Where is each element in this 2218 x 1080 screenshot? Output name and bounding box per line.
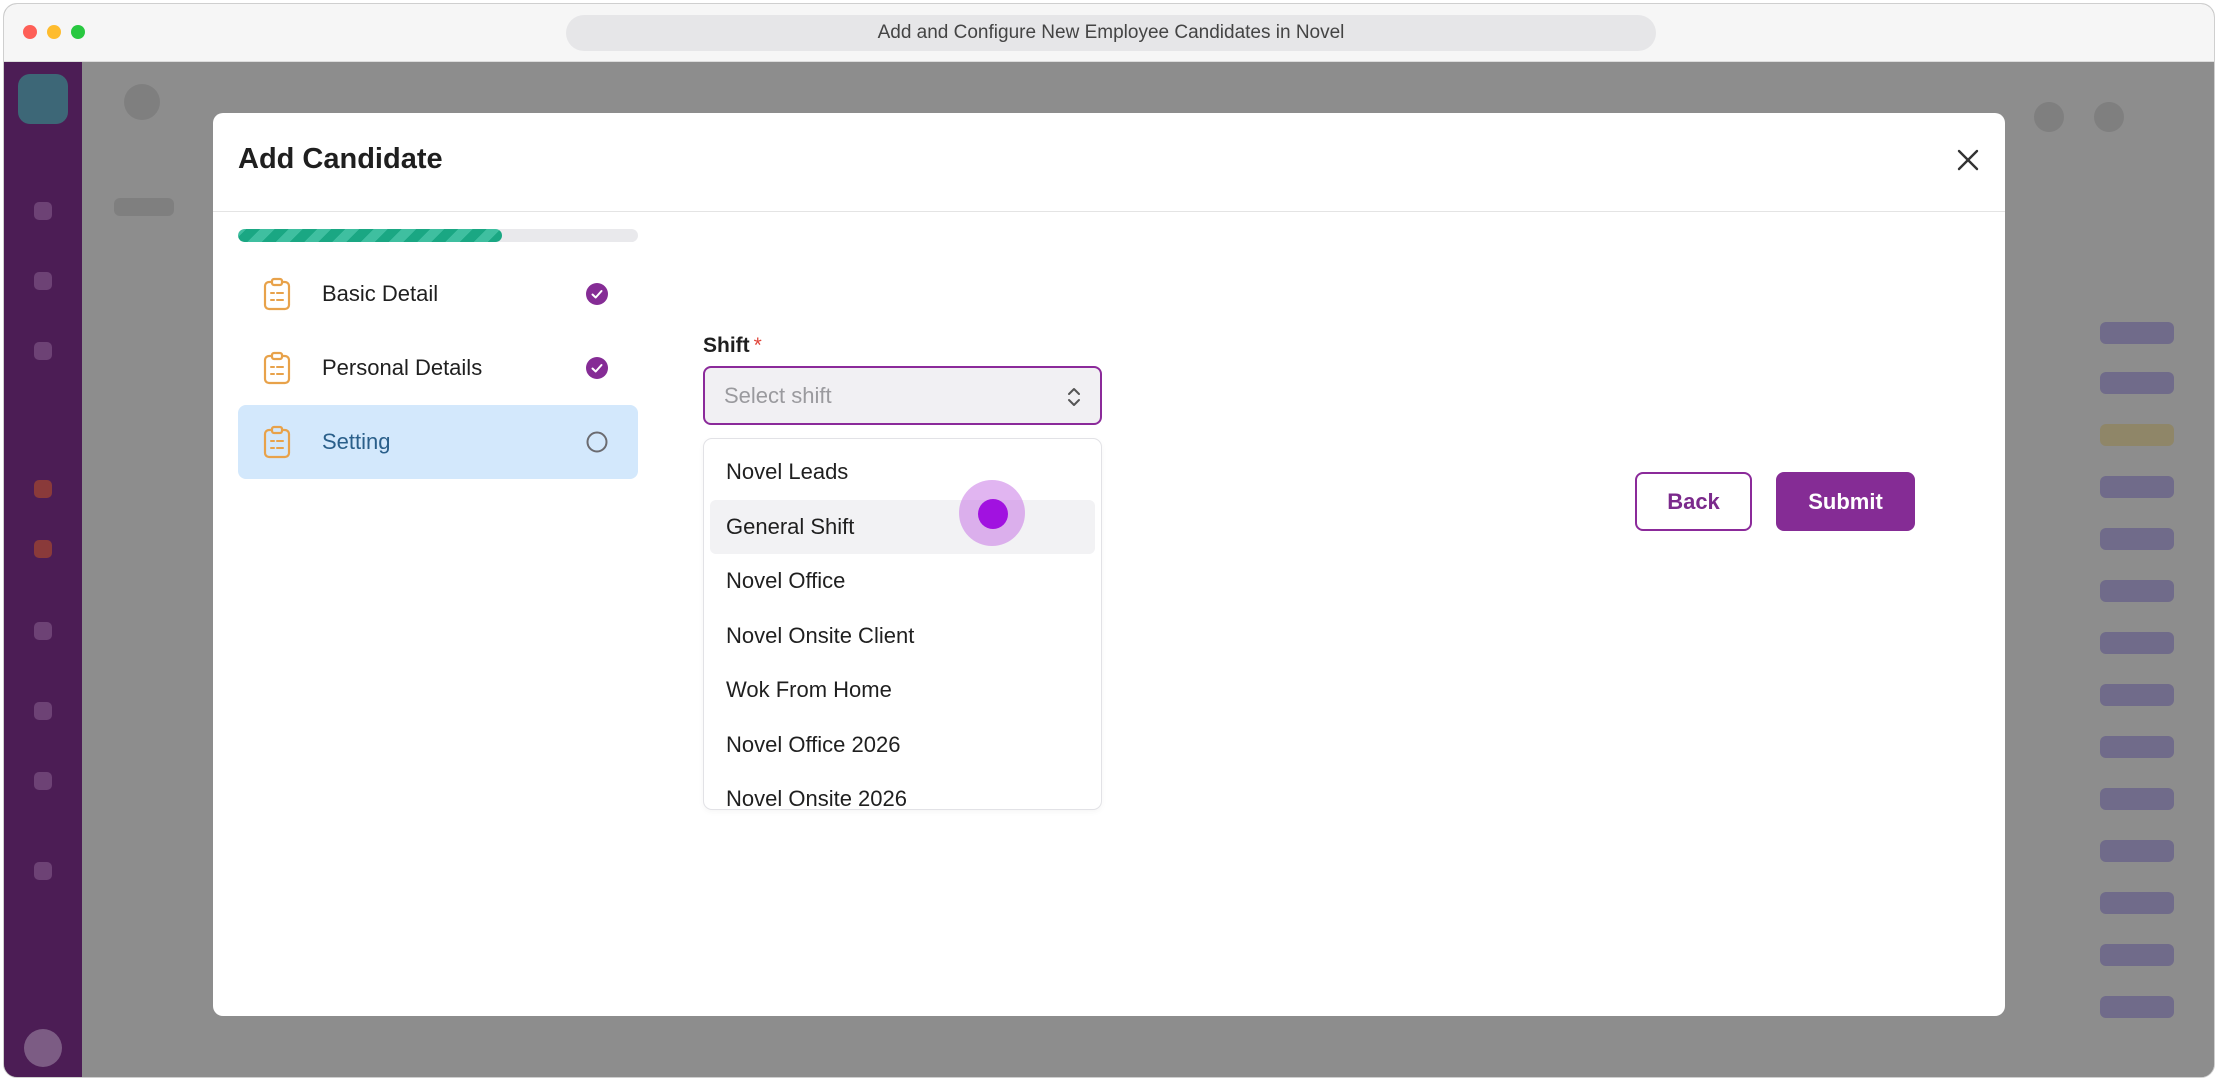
shift-label-text: Shift — [703, 334, 750, 357]
sidebar-nav-icon — [34, 540, 52, 558]
step-basic-detail[interactable]: Basic Detail — [238, 257, 638, 331]
shift-option-general-shift[interactable]: General Shift — [710, 499, 1095, 554]
add-candidate-modal: Add Candidate Basic Detail Personal Deta… — [213, 113, 2005, 1016]
sidebar-nav-icon — [34, 480, 52, 498]
close-window-button[interactable] — [23, 25, 37, 39]
step-personal-details[interactable]: Personal Details — [238, 331, 638, 405]
shift-option-novel-office[interactable]: Novel Office — [704, 554, 1101, 609]
sidebar-nav-icon — [34, 702, 52, 720]
background-badge — [2100, 424, 2174, 446]
clipboard-icon — [263, 425, 291, 459]
shift-option-novel-onsite-client[interactable]: Novel Onsite Client — [704, 609, 1101, 664]
background-badge — [2100, 840, 2174, 862]
sidebar-nav-icon — [34, 342, 52, 360]
step-progress-fill — [238, 229, 502, 242]
background-badge — [2100, 892, 2174, 914]
background-badge — [2100, 528, 2174, 550]
app-logo — [18, 74, 68, 124]
background-badge — [2100, 944, 2174, 966]
chevron-up-down-icon — [1068, 388, 1080, 406]
background-badge — [2100, 736, 2174, 758]
sidebar-nav-icon — [34, 772, 52, 790]
modal-title: Add Candidate — [238, 143, 443, 175]
maximize-window-button[interactable] — [71, 25, 85, 39]
sidebar-nav-icon — [34, 622, 52, 640]
background-badge — [2100, 996, 2174, 1018]
background-badge — [2100, 476, 2174, 498]
background-placeholder — [124, 84, 160, 120]
sidebar-nav-icon — [34, 862, 52, 880]
background-placeholder — [2094, 102, 2124, 132]
background-badge — [2100, 580, 2174, 602]
window-title: Add and Configure New Employee Candidate… — [566, 15, 1656, 51]
background-badge — [2100, 632, 2174, 654]
background-badge — [2100, 372, 2174, 394]
step-label: Personal Details — [322, 355, 483, 380]
app-sidebar — [4, 62, 82, 1077]
cursor-pointer — [978, 499, 1008, 529]
background-placeholder — [114, 198, 174, 216]
background-badge — [2100, 684, 2174, 706]
required-marker: * — [753, 334, 762, 357]
clipboard-icon — [263, 351, 291, 385]
shift-option-novel-onsite-2026[interactable]: Novel Onsite 2026 — [704, 772, 1101, 809]
shift-option-novel-leads[interactable]: Novel Leads — [704, 445, 1101, 500]
shift-options-list[interactable]: Novel Leads General Shift Novel Office N… — [703, 438, 1102, 810]
background-placeholder — [2034, 102, 2064, 132]
background-badge — [2100, 322, 2174, 344]
shift-option-wok-from-home[interactable]: Wok From Home — [704, 663, 1101, 718]
modal-header: Add Candidate — [213, 113, 2005, 212]
back-button[interactable]: Back — [1635, 472, 1752, 531]
close-icon[interactable] — [1953, 145, 1983, 175]
avatar — [24, 1029, 62, 1067]
step-label: Basic Detail — [322, 281, 439, 306]
step-setting[interactable]: Setting — [238, 405, 638, 479]
check-circle-icon — [586, 283, 608, 305]
title-bar: Add and Configure New Employee Candidate… — [4, 4, 2214, 62]
step-list: Basic Detail Personal Details Setting — [238, 257, 638, 479]
shift-select-placeholder: Select shift — [724, 382, 832, 408]
empty-circle-icon — [586, 431, 608, 453]
check-circle-icon — [586, 357, 608, 379]
submit-button[interactable]: Submit — [1776, 472, 1915, 531]
clipboard-icon — [263, 277, 291, 311]
sidebar-nav-icon — [34, 272, 52, 290]
step-progress-bar — [238, 229, 638, 242]
minimize-window-button[interactable] — [47, 25, 61, 39]
shift-field-label: Shift * — [703, 334, 762, 358]
sidebar-nav-icon — [34, 202, 52, 220]
background-badge — [2100, 788, 2174, 810]
step-label: Setting — [322, 429, 391, 454]
shift-option-novel-office-2026[interactable]: Novel Office 2026 — [704, 718, 1101, 773]
shift-select[interactable]: Select shift — [703, 366, 1102, 425]
